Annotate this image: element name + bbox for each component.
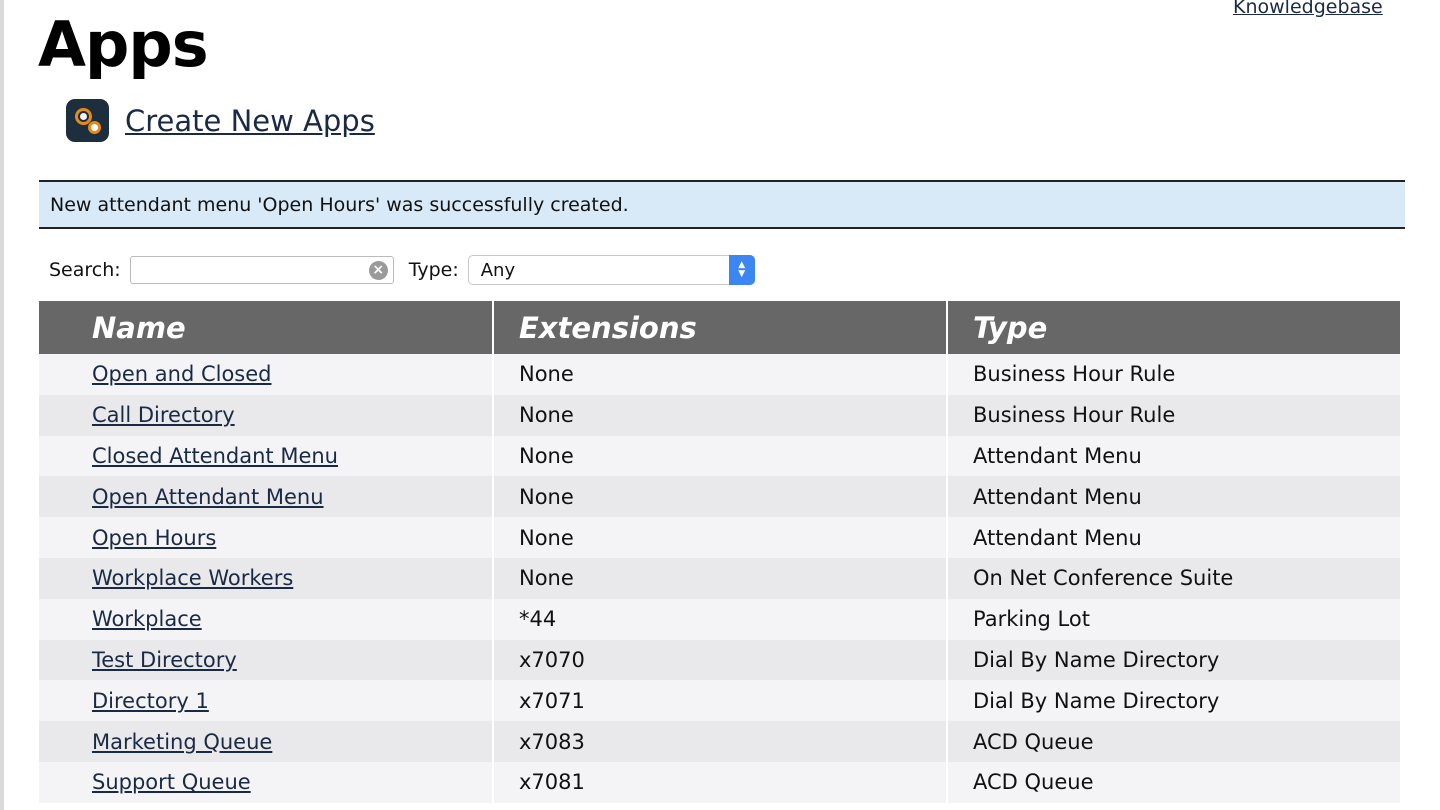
cell-extension: None xyxy=(493,394,948,436)
table-row: Closed Attendant Menu None Attendant Menu xyxy=(39,435,1400,477)
notice-message: New attendant menu 'Open Hours' was succ… xyxy=(50,193,629,216)
cell-type: Business Hour Rule xyxy=(947,354,1400,395)
cell-extension: None xyxy=(493,354,948,395)
cell-extension: None xyxy=(493,517,948,558)
table-row: Open and Closed None Business Hour Rule xyxy=(39,354,1400,395)
cell-type: Attendant Menu xyxy=(947,517,1400,558)
table-row: Workplace Workers None On Net Conference S… xyxy=(39,557,1400,599)
window-edge xyxy=(0,0,4,810)
cell-name: Open Hours xyxy=(39,517,494,558)
filter-bar: Search: × Type: Any ▲ ▼ xyxy=(49,254,755,286)
search-field: × xyxy=(129,256,394,284)
cell-extension: None xyxy=(493,557,948,599)
table-row: Open Attendant Menu None Attendant Menu xyxy=(39,476,1400,518)
clear-search-icon[interactable]: × xyxy=(368,261,388,280)
create-new-apps-link[interactable]: Create New Apps xyxy=(125,104,375,138)
table-row: Support Queue x7081 ACD Queue xyxy=(39,761,1400,803)
cell-name: Workplace Workers xyxy=(39,557,494,599)
app-name-link[interactable]: Support Queue xyxy=(92,770,251,794)
app-name-link[interactable]: Workplace xyxy=(92,607,202,631)
cell-type: On Net Conference Suite xyxy=(947,557,1400,599)
cell-extension: x7081 xyxy=(493,761,948,803)
cell-type: Parking Lot xyxy=(947,598,1400,640)
column-header-extensions[interactable]: Extensions xyxy=(493,301,948,354)
cell-extension: x7070 xyxy=(493,639,948,681)
app-name-link[interactable]: Open Hours xyxy=(92,526,216,550)
table-header-row: Name Extensions Type xyxy=(39,301,1400,354)
table-row: Open Hours None Attendant Menu xyxy=(39,517,1400,558)
type-selected-value: Any xyxy=(480,259,516,281)
table-row: Workplace *44 Parking Lot xyxy=(39,598,1400,640)
table-row: Call Directory None Business Hour Rule xyxy=(39,394,1400,436)
cell-name: Workplace xyxy=(39,598,494,640)
type-select[interactable]: Any ▲ ▼ xyxy=(467,255,755,285)
cell-extension: *44 xyxy=(493,598,948,640)
cell-name: Open Attendant Menu xyxy=(39,476,494,518)
apps-icon[interactable] xyxy=(66,99,109,142)
cell-type: Attendant Menu xyxy=(947,476,1400,518)
cell-name: Directory 1 xyxy=(39,680,494,722)
app-name-link[interactable]: Test Directory xyxy=(92,648,237,672)
cell-name: Closed Attendant Menu xyxy=(39,435,494,477)
table-row: Test Directory x7070 Dial By Name Director… xyxy=(39,639,1400,681)
table-body: Open and Closed None Business Hour Rule Cal… xyxy=(39,354,1400,803)
select-arrows-icon[interactable]: ▲ ▼ xyxy=(728,255,755,285)
app-name-link[interactable]: Open Attendant Menu xyxy=(92,485,324,509)
cell-extension: None xyxy=(493,476,948,518)
page-title: Apps xyxy=(38,8,209,81)
cell-type: Dial By Name Directory xyxy=(947,680,1400,722)
cell-type: Dial By Name Directory xyxy=(947,639,1400,681)
type-label: Type: xyxy=(408,259,459,281)
apps-table: Name Extensions Type Open and Closed None… xyxy=(39,301,1400,803)
cell-extension: None xyxy=(493,435,948,477)
cell-name: Call Directory xyxy=(39,394,494,436)
cell-type: ACD Queue xyxy=(947,721,1400,762)
cell-type: Business Hour Rule xyxy=(947,394,1400,436)
knowledgebase-link[interactable]: Knowledgebase xyxy=(1233,0,1383,18)
cell-name: Test Directory xyxy=(39,639,494,681)
column-header-type[interactable]: Type xyxy=(947,301,1400,354)
app-name-link[interactable]: Directory 1 xyxy=(92,689,209,713)
app-name-link[interactable]: Workplace Workers xyxy=(92,566,293,590)
success-notice: New attendant menu 'Open Hours' was succ… xyxy=(39,180,1405,229)
app-name-link[interactable]: Marketing Queue xyxy=(92,730,272,754)
app-name-link[interactable]: Closed Attendant Menu xyxy=(92,444,338,468)
column-header-name[interactable]: Name xyxy=(39,301,494,354)
search-label: Search: xyxy=(49,259,121,281)
cell-name: Support Queue xyxy=(39,761,494,803)
cell-type: ACD Queue xyxy=(947,761,1400,803)
cell-extension: x7071 xyxy=(493,680,948,722)
app-name-link[interactable]: Open and Closed xyxy=(92,362,271,386)
table-row: Marketing Queue x7083 ACD Queue xyxy=(39,721,1400,762)
create-apps-row: Create New Apps xyxy=(66,99,375,142)
cell-name: Marketing Queue xyxy=(39,721,494,762)
table-row: Directory 1 x7071 Dial By Name Directory xyxy=(39,680,1400,722)
cell-type: Attendant Menu xyxy=(947,435,1400,477)
cell-extension: x7083 xyxy=(493,721,948,762)
app-name-link[interactable]: Call Directory xyxy=(92,403,235,427)
search-input[interactable] xyxy=(130,257,393,283)
cell-name: Open and Closed xyxy=(39,354,494,395)
